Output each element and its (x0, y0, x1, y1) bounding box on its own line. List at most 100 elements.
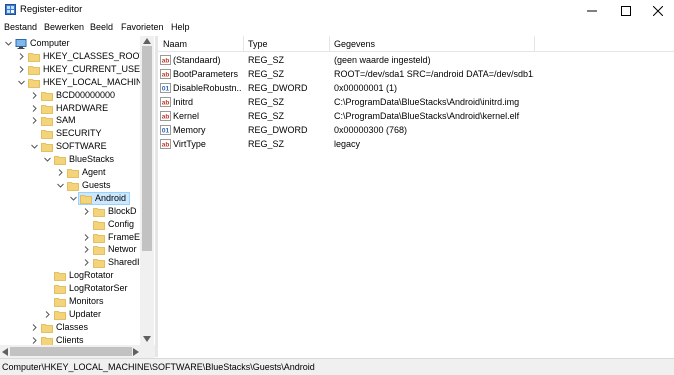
value-row[interactable]: ab (Standaard) REG_SZ (geen waarde ingestel… (158, 53, 674, 67)
expand-chevron-icon[interactable] (82, 258, 91, 267)
maximize-icon (621, 5, 631, 16)
tree-item[interactable]: LogRotator (0, 269, 155, 282)
tree-item[interactable]: BlockD (0, 205, 155, 218)
collapse-chevron-icon[interactable] (69, 194, 78, 203)
scroll-left-icon[interactable] (2, 348, 8, 356)
column-header-type[interactable]: Type (248, 39, 268, 49)
tree-item[interactable]: SAM (0, 114, 155, 127)
expand-chevron-icon[interactable] (30, 104, 39, 113)
menu-favorieten[interactable]: Favorieten (121, 22, 164, 32)
tree-item[interactable]: BlueStacks (0, 153, 155, 166)
tree-item[interactable]: SOFTWARE (0, 140, 155, 153)
tree-item[interactable]: Android (0, 191, 155, 205)
value-row[interactable]: ab VirtType REG_SZ legacy (158, 137, 674, 151)
menu-bewerken[interactable]: Bewerken (44, 22, 84, 32)
folder-icon (93, 220, 105, 230)
collapse-chevron-icon[interactable] (17, 78, 26, 87)
tree-item[interactable]: Classes (0, 321, 155, 334)
value-data: 0x00000300 (768) (334, 125, 408, 135)
tree-item[interactable]: BCD00000000 (0, 89, 155, 102)
tree-item[interactable]: HARDWARE (0, 102, 155, 115)
tree-item[interactable]: Computer (0, 37, 155, 50)
expand-chevron-icon[interactable] (82, 207, 91, 216)
value-data: C:\ProgramData\BlueStacks\Android\initrd… (334, 97, 520, 107)
tree-item-label: Computer (30, 38, 70, 48)
expand-chevron-icon[interactable] (82, 233, 91, 242)
column-header-name[interactable]: Naam (163, 39, 187, 49)
scroll-up-icon[interactable] (143, 38, 151, 44)
tree-item[interactable]: FrameE (0, 231, 155, 244)
menu-help[interactable]: Help (171, 22, 190, 32)
value-type: REG_SZ (248, 55, 285, 65)
scroll-down-icon[interactable] (143, 336, 151, 342)
expand-chevron-icon[interactable] (82, 245, 91, 254)
tree-item-label: HARDWARE (56, 102, 109, 113)
folder-icon (93, 207, 105, 217)
expand-chevron-icon[interactable] (30, 116, 39, 125)
folder-icon (41, 91, 53, 101)
tree-item[interactable]: Config (0, 218, 155, 231)
registry-tree[interactable]: Computer HKEY_CLASSES_ROOT HKEY_CURRENT_US… (0, 36, 155, 357)
tree-item[interactable]: SECURITY (0, 127, 155, 140)
menu-beeld[interactable]: Beeld (90, 22, 113, 32)
scroll-right-icon[interactable] (133, 348, 139, 356)
expand-chevron-icon[interactable] (30, 336, 39, 345)
value-row[interactable]: ab Kernel REG_SZ C:\ProgramData\BlueStacks\… (158, 109, 674, 123)
column-header-data[interactable]: Gegevens (334, 39, 375, 49)
close-button[interactable] (642, 0, 674, 21)
folder-icon (54, 272, 66, 282)
expand-chevron-icon[interactable] (30, 91, 39, 100)
collapse-chevron-icon[interactable] (56, 181, 65, 190)
value-row[interactable]: 01 DisableRobustn... REG_DWORD 0x00000001 (… (158, 81, 674, 95)
expand-chevron-icon[interactable] (17, 52, 26, 61)
minimize-button[interactable] (576, 0, 608, 21)
tree-item[interactable]: HKEY_CURRENT_USER (0, 63, 155, 76)
string-value-icon: ab (160, 111, 171, 121)
menu-bestand[interactable]: Bestand (4, 22, 37, 32)
column-divider[interactable] (243, 36, 244, 52)
expand-chevron-icon[interactable] (30, 323, 39, 332)
collapse-chevron-icon[interactable] (30, 142, 39, 151)
tree-vertical-scroll-thumb[interactable] (142, 46, 152, 251)
tree-item[interactable]: Networ (0, 243, 155, 256)
svg-text:01: 01 (162, 86, 170, 93)
value-type: REG_DWORD (248, 125, 308, 135)
tree-item[interactable]: Agent (0, 166, 155, 179)
tree-item[interactable]: HKEY_CLASSES_ROOT (0, 50, 155, 63)
tree-item-label: HKEY_CURRENT_USER (43, 63, 147, 74)
svg-text:ab: ab (162, 114, 170, 121)
folder-icon (54, 310, 66, 320)
tree-item[interactable]: SharedI (0, 256, 155, 269)
window-title: Register-editor (20, 4, 83, 15)
folder-icon (54, 298, 66, 307)
tree-item[interactable]: Guests (0, 179, 155, 192)
tree-item[interactable]: Updater (0, 308, 155, 321)
folder-icon (54, 156, 66, 165)
tree-vertical-scrollbar[interactable] (140, 36, 154, 345)
tree-item[interactable]: HKEY_LOCAL_MACHINE (0, 76, 155, 89)
expand-chevron-icon[interactable] (17, 65, 26, 74)
values-list[interactable]: Naam Type Gegevens ab (Standaard) REG_SZ (g… (158, 36, 674, 357)
value-row[interactable]: ab BootParameters REG_SZ ROOT=/dev/sda1 SRC… (158, 67, 674, 81)
close-icon (653, 5, 663, 16)
tree-item-label: LogRotatorSer (69, 283, 128, 294)
value-row[interactable]: ab Initrd REG_SZ C:\ProgramData\BlueStacks\… (158, 95, 674, 109)
value-row[interactable]: 01 Memory REG_DWORD 0x00000300 (768) (158, 123, 674, 137)
collapse-chevron-icon[interactable] (43, 155, 52, 164)
tree-item-label: SECURITY (56, 128, 102, 139)
tree-item-label: HKEY_LOCAL_MACHINE (43, 76, 149, 87)
tree-item[interactable]: Monitors (0, 295, 155, 308)
collapse-chevron-icon[interactable] (4, 39, 13, 48)
folder-icon (93, 259, 105, 269)
maximize-button[interactable] (610, 0, 642, 21)
expand-chevron-icon[interactable] (43, 310, 52, 319)
tree-horizontal-scroll-thumb[interactable] (10, 347, 132, 356)
tree-item[interactable]: LogRotatorSer (0, 282, 155, 295)
title-bar: Register-editor (0, 0, 674, 21)
value-name: Memory (173, 125, 206, 135)
column-divider[interactable] (329, 36, 330, 52)
tree-horizontal-scrollbar[interactable] (0, 345, 155, 358)
expand-chevron-icon[interactable] (56, 168, 65, 177)
column-divider[interactable] (534, 36, 535, 52)
value-name: Kernel (173, 111, 200, 121)
